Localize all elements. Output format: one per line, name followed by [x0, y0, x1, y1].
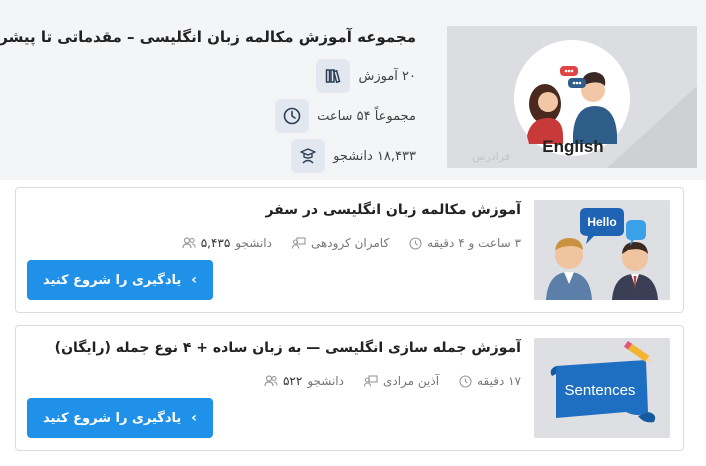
start-learning-label: یادگیری را شروع کنید [42, 410, 182, 426]
start-learning-label: یادگیری را شروع کنید [42, 272, 182, 288]
teacher-icon [291, 237, 306, 249]
start-learning-button[interactable]: یادگیری را شروع کنید ‹ [27, 398, 213, 438]
course-duration: ۱۷ دقیقه [477, 374, 521, 388]
course-card: Sentences آموزش جمله سازی انگلیسی — به ز… [15, 325, 684, 451]
thumb-caption: English [542, 137, 603, 156]
course-thumbnail[interactable]: Sentences [534, 338, 670, 438]
duration-meta: ۱۷ دقیقه [459, 374, 521, 388]
students-meta: ۵۲۲ دانشجو [264, 374, 344, 388]
meta-duration: مجموعاً ۵۴ ساعت [275, 99, 416, 133]
graduate-icon [291, 139, 326, 173]
course-meta: ۵,۴۳۵ دانشجو کامران کرودهی ۳ ساعت و ۴ دق… [182, 236, 521, 250]
collection-thumbnail[interactable]: English فرادرس [447, 26, 697, 168]
students-suffix: دانشجو [307, 374, 344, 388]
conversation-illustration: English فرادرس [447, 26, 697, 168]
course-meta: ۵۲۲ دانشجو آذین مرادی ۱۷ دقیقه [264, 374, 521, 388]
course-title[interactable]: آموزش جمله سازی انگلیسی — به زبان ساده +… [55, 340, 521, 356]
teacher-meta: آذین مرادی [363, 374, 439, 388]
chevron-left-icon: ‹ [191, 410, 198, 426]
course-duration: ۳ ساعت و ۴ دقیقه [427, 236, 521, 250]
total-duration: مجموعاً ۵۴ ساعت [317, 108, 416, 124]
students-count: ۵,۴۳۵ [200, 236, 231, 250]
users-icon [182, 237, 196, 249]
thumb-hello-text: Hello [587, 215, 616, 229]
lessons-count: ۲۰ آموزش [358, 68, 416, 84]
chevron-left-icon: ‹ [191, 272, 198, 288]
teacher-name[interactable]: آذین مرادی [383, 374, 439, 388]
teacher-icon [363, 375, 378, 387]
students-meta: ۵,۴۳۵ دانشجو [182, 236, 272, 250]
clock-icon [275, 99, 310, 133]
books-icon [316, 59, 351, 93]
clock-icon [459, 374, 472, 388]
duration-meta: ۳ ساعت و ۴ دقیقه [409, 236, 521, 250]
collection-header: English فرادرس مجموعه آموزش مکالمه زبان … [0, 0, 706, 180]
students-count: ۵۲۲ [282, 374, 303, 388]
course-title[interactable]: آموزش مکالمه زبان انگلیسی در سفر [265, 202, 521, 218]
users-icon [264, 375, 278, 387]
start-learning-button[interactable]: یادگیری را شروع کنید ‹ [27, 260, 213, 300]
students-suffix: دانشجو [235, 236, 272, 250]
teacher-name[interactable]: کامران کرودهی [311, 236, 389, 250]
meta-lessons: ۲۰ آموزش [316, 59, 416, 93]
clock-icon [409, 236, 422, 250]
teacher-meta: کامران کرودهی [291, 236, 389, 250]
sentences-illustration: Sentences [534, 338, 670, 438]
hello-illustration: Hello [534, 200, 670, 300]
course-card: Hello آموزش مکالمه زبان انگلیسی در سفر ۵… [15, 187, 684, 313]
watermark-text: فرادرس [472, 150, 510, 163]
thumb-sentences-text: Sentences [565, 382, 636, 399]
collection-title[interactable]: مجموعه آموزش مکالمه زبان انگلیسی – مقدما… [0, 28, 416, 46]
students-total: ۱۸,۴۳۳ دانشجو [333, 148, 416, 164]
course-thumbnail[interactable]: Hello [534, 200, 670, 300]
meta-students: ۱۸,۴۳۳ دانشجو [291, 139, 416, 173]
